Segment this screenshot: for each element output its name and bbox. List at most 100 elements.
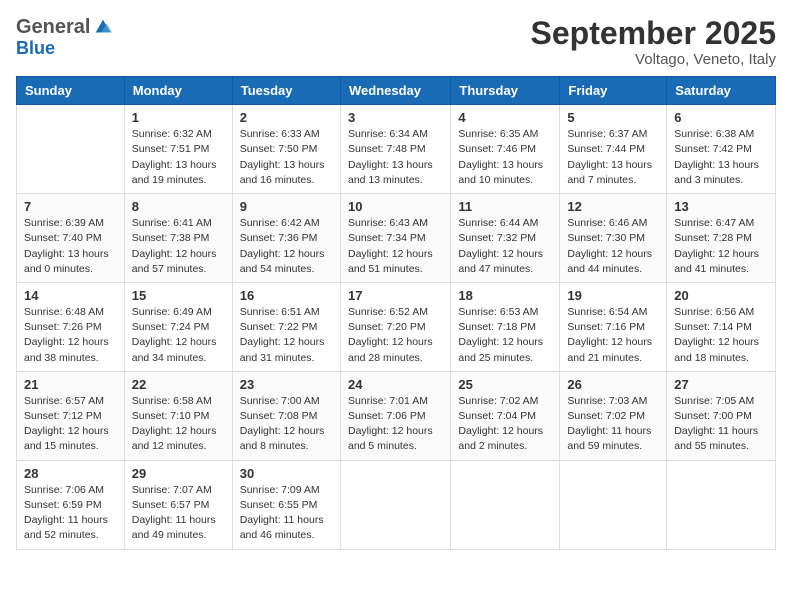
- day-number: 2: [240, 110, 333, 125]
- day-info: Sunrise: 6:57 AM Sunset: 7:12 PM Dayligh…: [24, 394, 117, 455]
- column-header-sunday: Sunday: [17, 77, 125, 105]
- day-number: 19: [567, 288, 659, 303]
- day-info: Sunrise: 6:47 AM Sunset: 7:28 PM Dayligh…: [674, 216, 768, 277]
- calendar-cell: [667, 460, 776, 549]
- calendar-cell: 6Sunrise: 6:38 AM Sunset: 7:42 PM Daylig…: [667, 105, 776, 194]
- day-info: Sunrise: 6:48 AM Sunset: 7:26 PM Dayligh…: [24, 305, 117, 366]
- calendar-cell: 9 Sunrise: 6:42 AM Sunset: 7:36 PM Daylig…: [232, 194, 340, 283]
- day-info: Sunrise: 7:03 AM Sunset: 7:02 PM Dayligh…: [567, 394, 659, 455]
- calendar-cell: [17, 105, 125, 194]
- calendar-cell: 7 Sunrise: 6:39 AM Sunset: 7:40 PM Daylig…: [17, 194, 125, 283]
- calendar-cell: 14 Sunrise: 6:48 AM Sunset: 7:26 PM Dayli…: [17, 282, 125, 371]
- day-number: 27: [674, 377, 768, 392]
- calendar-week-1: 1Sunrise: 6:32 AM Sunset: 7:51 PM Daylig…: [17, 105, 776, 194]
- day-number: 10: [348, 199, 443, 214]
- day-info: Sunrise: 6:42 AM Sunset: 7:36 PM Dayligh…: [240, 216, 333, 277]
- day-info: Sunrise: 6:58 AM Sunset: 7:10 PM Dayligh…: [132, 394, 225, 455]
- location: Voltago, Veneto, Italy: [531, 51, 776, 68]
- day-info: Sunrise: 6:35 AM Sunset: 7:46 PM Dayligh…: [458, 127, 552, 188]
- day-number: 20: [674, 288, 768, 303]
- calendar-header-row: SundayMondayTuesdayWednesdayThursdayFrid…: [17, 77, 776, 105]
- day-info: Sunrise: 6:34 AM Sunset: 7:48 PM Dayligh…: [348, 127, 443, 188]
- day-info: Sunrise: 7:09 AM Sunset: 6:55 PM Dayligh…: [240, 483, 333, 544]
- calendar-cell: 2Sunrise: 6:33 AM Sunset: 7:50 PM Daylig…: [232, 105, 340, 194]
- day-info: Sunrise: 7:01 AM Sunset: 7:06 PM Dayligh…: [348, 394, 443, 455]
- calendar-cell: 22 Sunrise: 6:58 AM Sunset: 7:10 PM Dayli…: [124, 371, 232, 460]
- title-block: September 2025 Voltago, Veneto, Italy: [531, 16, 776, 68]
- day-number: 12: [567, 199, 659, 214]
- column-header-tuesday: Tuesday: [232, 77, 340, 105]
- calendar-cell: 19 Sunrise: 6:54 AM Sunset: 7:16 PM Dayli…: [560, 282, 667, 371]
- day-number: 28: [24, 466, 117, 481]
- day-number: 5: [567, 110, 659, 125]
- logo: General Blue: [16, 16, 114, 59]
- column-header-thursday: Thursday: [451, 77, 560, 105]
- calendar-cell: 10 Sunrise: 6:43 AM Sunset: 7:34 PM Dayli…: [340, 194, 450, 283]
- calendar-cell: 1Sunrise: 6:32 AM Sunset: 7:51 PM Daylig…: [124, 105, 232, 194]
- day-number: 14: [24, 288, 117, 303]
- calendar-cell: 3 Sunrise: 6:34 AM Sunset: 7:48 PM Daylig…: [340, 105, 450, 194]
- day-number: 21: [24, 377, 117, 392]
- day-number: 7: [24, 199, 117, 214]
- calendar-cell: 30Sunrise: 7:09 AM Sunset: 6:55 PM Dayli…: [232, 460, 340, 549]
- calendar-cell: 13 Sunrise: 6:47 AM Sunset: 7:28 PM Dayli…: [667, 194, 776, 283]
- day-info: Sunrise: 6:41 AM Sunset: 7:38 PM Dayligh…: [132, 216, 225, 277]
- calendar-cell: 29Sunrise: 7:07 AM Sunset: 6:57 PM Dayli…: [124, 460, 232, 549]
- day-number: 23: [240, 377, 333, 392]
- day-info: Sunrise: 6:37 AM Sunset: 7:44 PM Dayligh…: [567, 127, 659, 188]
- day-info: Sunrise: 6:56 AM Sunset: 7:14 PM Dayligh…: [674, 305, 768, 366]
- calendar-table: SundayMondayTuesdayWednesdayThursdayFrid…: [16, 76, 776, 549]
- day-info: Sunrise: 6:54 AM Sunset: 7:16 PM Dayligh…: [567, 305, 659, 366]
- day-info: Sunrise: 7:02 AM Sunset: 7:04 PM Dayligh…: [458, 394, 552, 455]
- day-number: 18: [458, 288, 552, 303]
- calendar-week-2: 7 Sunrise: 6:39 AM Sunset: 7:40 PM Daylig…: [17, 194, 776, 283]
- day-number: 6: [674, 110, 768, 125]
- calendar-cell: 28Sunrise: 7:06 AM Sunset: 6:59 PM Dayli…: [17, 460, 125, 549]
- day-info: Sunrise: 6:43 AM Sunset: 7:34 PM Dayligh…: [348, 216, 443, 277]
- calendar-cell: 4 Sunrise: 6:35 AM Sunset: 7:46 PM Daylig…: [451, 105, 560, 194]
- page-header: General Blue September 2025 Voltago, Ven…: [16, 16, 776, 68]
- column-header-friday: Friday: [560, 77, 667, 105]
- calendar-cell: 12 Sunrise: 6:46 AM Sunset: 7:30 PM Dayli…: [560, 194, 667, 283]
- calendar-cell: 15 Sunrise: 6:49 AM Sunset: 7:24 PM Dayli…: [124, 282, 232, 371]
- day-number: 3: [348, 110, 443, 125]
- calendar-cell: 27Sunrise: 7:05 AM Sunset: 7:00 PM Dayli…: [667, 371, 776, 460]
- day-number: 24: [348, 377, 443, 392]
- day-info: Sunrise: 6:39 AM Sunset: 7:40 PM Dayligh…: [24, 216, 117, 277]
- calendar-cell: 26 Sunrise: 7:03 AM Sunset: 7:02 PM Dayli…: [560, 371, 667, 460]
- day-info: Sunrise: 6:49 AM Sunset: 7:24 PM Dayligh…: [132, 305, 225, 366]
- calendar-cell: 8 Sunrise: 6:41 AM Sunset: 7:38 PM Daylig…: [124, 194, 232, 283]
- day-info: Sunrise: 6:46 AM Sunset: 7:30 PM Dayligh…: [567, 216, 659, 277]
- day-number: 9: [240, 199, 333, 214]
- calendar-cell: 24 Sunrise: 7:01 AM Sunset: 7:06 PM Dayli…: [340, 371, 450, 460]
- day-number: 11: [458, 199, 552, 214]
- day-number: 13: [674, 199, 768, 214]
- day-number: 22: [132, 377, 225, 392]
- day-number: 8: [132, 199, 225, 214]
- logo-blue-text: Blue: [16, 38, 55, 59]
- day-number: 4: [458, 110, 552, 125]
- day-number: 16: [240, 288, 333, 303]
- day-number: 15: [132, 288, 225, 303]
- logo-general-text: General: [16, 17, 90, 37]
- day-info: Sunrise: 6:44 AM Sunset: 7:32 PM Dayligh…: [458, 216, 552, 277]
- day-info: Sunrise: 6:52 AM Sunset: 7:20 PM Dayligh…: [348, 305, 443, 366]
- day-number: 17: [348, 288, 443, 303]
- month-title: September 2025: [531, 16, 776, 51]
- column-header-saturday: Saturday: [667, 77, 776, 105]
- day-info: Sunrise: 7:00 AM Sunset: 7:08 PM Dayligh…: [240, 394, 333, 455]
- calendar-cell: [560, 460, 667, 549]
- calendar-cell: 16Sunrise: 6:51 AM Sunset: 7:22 PM Dayli…: [232, 282, 340, 371]
- calendar-cell: 18 Sunrise: 6:53 AM Sunset: 7:18 PM Dayli…: [451, 282, 560, 371]
- column-header-monday: Monday: [124, 77, 232, 105]
- calendar-cell: 23 Sunrise: 7:00 AM Sunset: 7:08 PM Dayli…: [232, 371, 340, 460]
- day-number: 1: [132, 110, 225, 125]
- calendar-week-3: 14 Sunrise: 6:48 AM Sunset: 7:26 PM Dayli…: [17, 282, 776, 371]
- column-header-wednesday: Wednesday: [340, 77, 450, 105]
- day-info: Sunrise: 7:07 AM Sunset: 6:57 PM Dayligh…: [132, 483, 225, 544]
- day-info: Sunrise: 6:53 AM Sunset: 7:18 PM Dayligh…: [458, 305, 552, 366]
- day-number: 26: [567, 377, 659, 392]
- calendar-cell: 20 Sunrise: 6:56 AM Sunset: 7:14 PM Dayli…: [667, 282, 776, 371]
- calendar-week-5: 28Sunrise: 7:06 AM Sunset: 6:59 PM Dayli…: [17, 460, 776, 549]
- calendar-cell: 21 Sunrise: 6:57 AM Sunset: 7:12 PM Dayli…: [17, 371, 125, 460]
